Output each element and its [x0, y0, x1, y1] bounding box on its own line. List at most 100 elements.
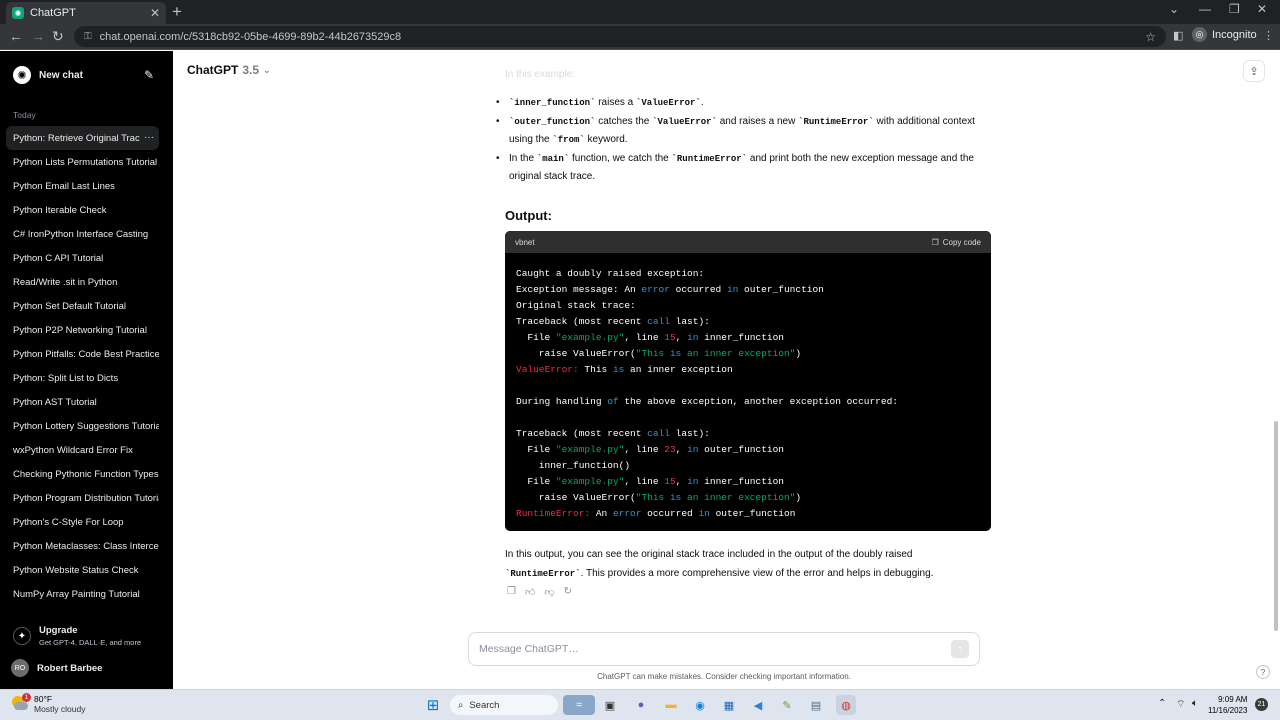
- tab-close-icon[interactable]: ✕: [150, 6, 160, 20]
- sidebar-history-item[interactable]: Checking Pythonic Function Types: [6, 462, 159, 486]
- user-menu-button[interactable]: RO Robert Barbee: [6, 655, 166, 681]
- reload-icon[interactable]: ↻: [52, 28, 64, 44]
- site-info-icon[interactable]: ⚿: [84, 31, 92, 42]
- sidebar-history-item[interactable]: NumPy Array Painting Tutorial: [6, 582, 159, 606]
- list-text: keyword.: [584, 134, 628, 145]
- clock[interactable]: 9:09 AM 11/16/2023: [1208, 694, 1247, 716]
- sidebar-history-item[interactable]: Python C API Tutorial: [6, 246, 159, 270]
- avatar: RO: [11, 659, 29, 677]
- teams-chat-icon[interactable]: ●: [631, 695, 651, 715]
- file-explorer-icon[interactable]: ▬: [661, 695, 681, 715]
- sidebar-history-item[interactable]: Python: Split List to Dicts: [6, 366, 159, 390]
- regenerate-icon[interactable]: ↻: [564, 586, 572, 598]
- back-icon[interactable]: ←: [9, 28, 23, 44]
- scrollbar-thumb[interactable]: [1274, 421, 1278, 631]
- restore-icon[interactable]: ❐: [1229, 2, 1240, 16]
- minimize-icon[interactable]: —: [1199, 2, 1211, 16]
- store-icon[interactable]: ▦: [719, 695, 739, 715]
- share-button[interactable]: ⇪: [1243, 60, 1265, 82]
- code-line: Caught a doubly raised exception:: [516, 268, 705, 279]
- edit-icon[interactable]: ✎: [144, 68, 154, 82]
- sidebar-history-item[interactable]: Python Lists Permutations Tutorial: [6, 150, 159, 174]
- windows-taskbar: 1 80°F Mostly cloudy ⊞ ⌕ Search ≈ ▣ ● ▬ …: [0, 689, 1280, 720]
- sidebar-history-label: Python Lists Permutations Tutorial: [13, 156, 158, 168]
- sidebar-history-item[interactable]: Read/Write .sit in Python: [6, 270, 159, 294]
- sidebar-history-label: NumPy Array Painting Tutorial: [13, 588, 140, 600]
- address-bar-row: ← → ↻ ⚿ chat.openai.com/c/5318cb92-05be-…: [0, 24, 1280, 50]
- sidebar-history-item[interactable]: Python Website Status Check: [6, 558, 159, 582]
- chat-history-list: Python: Retrieve Original Trace ··· Python…: [6, 126, 159, 606]
- notification-badge[interactable]: 21: [1255, 698, 1268, 711]
- clipboard-icon: ❐: [931, 237, 939, 247]
- sidebar-history-item[interactable]: Python Email Last Lines: [6, 174, 159, 198]
- sidebar-history-item[interactable]: Python Set Default Tutorial: [6, 294, 159, 318]
- url-field[interactable]: ⚿ chat.openai.com/c/5318cb92-05be-4699-8…: [74, 26, 1166, 47]
- list-text: .: [700, 97, 704, 108]
- app-icon[interactable]: ▤: [806, 695, 826, 715]
- sidebar-history-item[interactable]: Python P2P Networking Tutorial: [6, 318, 159, 342]
- inline-code: `RuntimeError`: [671, 153, 748, 164]
- sidebar-history-label: Read/Write .sit in Python: [13, 276, 118, 288]
- search-highlight-icon[interactable]: ≈: [563, 695, 595, 715]
- upgrade-button[interactable]: ✦ Upgrade Get GPT-4, DALL·E, and more: [6, 619, 166, 653]
- incognito-indicator[interactable]: ◎ Incognito: [1192, 27, 1257, 42]
- sidebar-history-item[interactable]: C# IronPython Interface Casting: [6, 222, 159, 246]
- speaker-icon[interactable]: 🔈︎: [1192, 698, 1198, 709]
- disclaimer: ChatGPT can make mistakes. Consider chec…: [597, 672, 851, 681]
- list-text: catches the: [595, 115, 653, 127]
- weather-widget[interactable]: 1 80°F Mostly cloudy: [10, 693, 86, 714]
- help-button[interactable]: ?: [1256, 665, 1270, 679]
- sidebar-history-item[interactable]: Python Pitfalls: Code Best Practices: [6, 342, 159, 366]
- model-selector[interactable]: ChatGPT 3.5 ⌄: [187, 63, 271, 77]
- sidebar-history-label: Python Pitfalls: Code Best Practices: [13, 348, 159, 360]
- browser-tab[interactable]: ✺ ChatGPT ✕: [6, 2, 166, 24]
- bookmark-star-icon[interactable]: ☆: [1145, 30, 1156, 44]
- thumbs-up-icon[interactable]: 👍︎: [525, 586, 535, 598]
- chatgpt-favicon-icon: ✺: [12, 7, 24, 19]
- vscode-icon[interactable]: ◀: [748, 695, 768, 715]
- tray-chevron-up-icon[interactable]: ⌃: [1158, 698, 1166, 709]
- sidebar-history-item[interactable]: Python Program Distribution Tutorial: [6, 486, 159, 510]
- copy-icon[interactable]: ❐: [507, 586, 516, 598]
- taskbar-search[interactable]: ⌕ Search: [450, 695, 558, 715]
- message-composer: ↑: [468, 632, 980, 666]
- side-panel-icon[interactable]: ◧: [1173, 29, 1183, 42]
- inline-code: `RuntimeError`: [798, 116, 874, 127]
- sidebar-history-item[interactable]: Python Iterable Check: [6, 198, 159, 222]
- message-input[interactable]: [479, 643, 951, 655]
- notepad-plus-icon[interactable]: ✎: [777, 695, 797, 715]
- chrome-icon[interactable]: ◍: [836, 695, 856, 715]
- code-line: raise ValueError("This is an inner excep…: [516, 348, 802, 359]
- url-text: chat.openai.com/c/5318cb92-05be-4699-89b…: [99, 30, 402, 43]
- new-chat-button[interactable]: ✺ New chat ✎: [6, 61, 166, 89]
- sidebar-history-label: wxPython Wildcard Error Fix: [13, 444, 133, 456]
- sidebar-history-item[interactable]: wxPython Wildcard Error Fix: [6, 438, 159, 462]
- window-close-icon[interactable]: ✕: [1257, 2, 1267, 16]
- code-language: vbnet: [515, 237, 535, 247]
- task-view-icon[interactable]: ▣: [600, 695, 620, 715]
- windows-start-icon[interactable]: ⊞: [423, 695, 443, 715]
- new-tab-icon[interactable]: +: [172, 3, 182, 20]
- forward-icon[interactable]: →: [31, 28, 45, 44]
- copy-code-button[interactable]: ❐ Copy code: [932, 238, 981, 247]
- sidebar-history-item[interactable]: Python Lottery Suggestions Tutorial: [6, 414, 159, 438]
- sidebar-history-item[interactable]: Python: Retrieve Original Trace ···: [6, 126, 159, 150]
- send-button[interactable]: ↑: [951, 640, 969, 658]
- sidebar: ✺ New chat ✎ Today Python: Retrieve Orig…: [0, 51, 173, 689]
- edge-icon[interactable]: ◉: [690, 695, 710, 715]
- weather-temperature: 80°F: [34, 694, 53, 704]
- sidebar-history-label: Python AST Tutorial: [13, 396, 97, 408]
- sidebar-history-item[interactable]: Python's C-Style For Loop: [6, 510, 159, 534]
- more-options-icon[interactable]: ···: [140, 132, 154, 143]
- sidebar-history-item[interactable]: Python Metaclasses: Class Interception: [6, 534, 159, 558]
- question-mark-icon: ?: [1260, 667, 1266, 677]
- network-icon[interactable]: ⌔: [1176, 698, 1185, 711]
- tab-search-chevron-icon[interactable]: ⌄: [1169, 2, 1179, 16]
- main-panel: ChatGPT 3.5 ⌄ ⇪ In this example: `inner_…: [173, 51, 1280, 689]
- thumbs-down-icon[interactable]: 👎︎: [544, 586, 554, 598]
- sidebar-history-item[interactable]: Python AST Tutorial: [6, 390, 159, 414]
- code-line: File "example.py", line 15, in inner_fun…: [516, 332, 784, 343]
- chrome-menu-icon[interactable]: ⋮: [1263, 29, 1274, 42]
- model-version: 3.5: [242, 63, 260, 77]
